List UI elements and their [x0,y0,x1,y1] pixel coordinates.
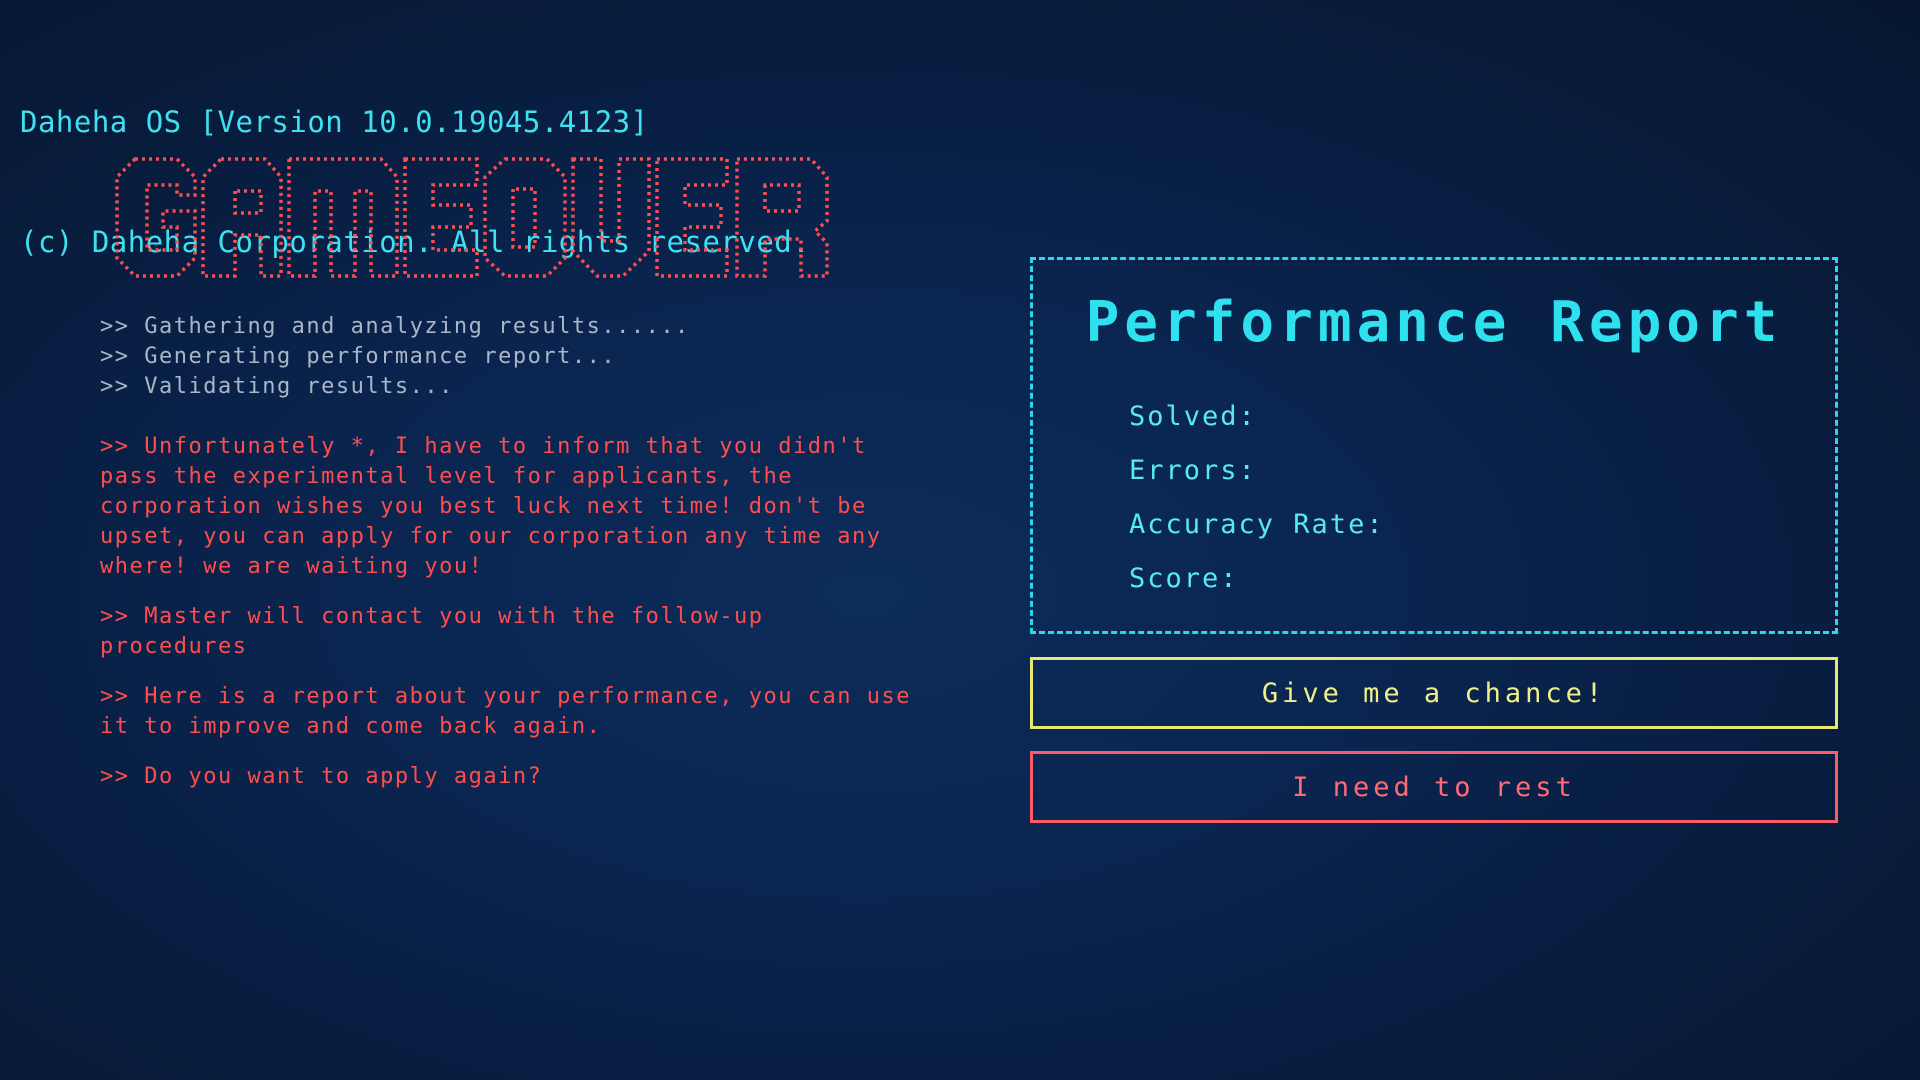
banner-letter-g [115,157,197,278]
follow-up-message: >> Master will contact you with the foll… [100,604,764,659]
stat-errors: Errors: [1129,455,1257,486]
terminal-log: >> Gathering and analyzing results......… [100,312,920,792]
game-over-banner [115,155,850,280]
stat-accuracy-rate: Accuracy Rate: [1129,509,1385,540]
banner-letter-v [571,157,651,278]
banner-letter-e2 [655,157,729,278]
log-line: >> Gathering and analyzing results...... [100,314,690,339]
stat-score: Score: [1129,563,1239,594]
banner-letter-a [201,157,283,278]
report-stats: Solved: Errors: Accuracy Rate: Score: [1129,400,1385,616]
give-me-a-chance-button[interactable]: Give me a chance! [1030,657,1838,729]
log-line: >> Validating results... [100,374,454,399]
banner-letter-r [735,157,829,278]
i-need-to-rest-button[interactable]: I need to rest [1030,751,1838,823]
failure-message: >> Unfortunately *, I have to inform tha… [100,434,882,579]
apply-again-prompt: >> Do you want to apply again? [100,764,543,789]
log-line: >> Generating performance report... [100,344,617,369]
stat-solved: Solved: [1129,401,1257,432]
report-title: Performance Report [1085,290,1783,355]
banner-letter-m [287,157,399,278]
os-version-line: Daheha OS [Version 10.0.19045.4123] [20,105,649,139]
banner-letter-o [483,157,567,278]
banner-letter-e [403,157,479,278]
performance-report-panel: Performance Report Solved: Errors: Accur… [1030,257,1838,634]
report-message: >> Here is a report about your performan… [100,684,911,739]
